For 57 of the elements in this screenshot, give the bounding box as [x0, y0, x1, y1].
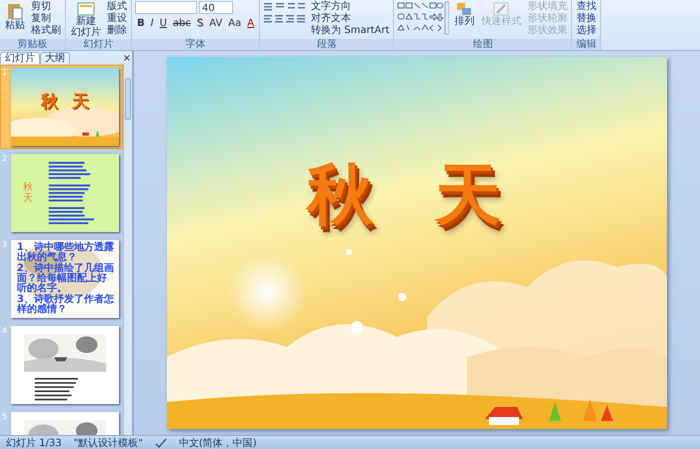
slide-number: 3 [2, 240, 8, 251]
group-label: 段落 [260, 39, 394, 50]
list-buttons-drawing [263, 1, 308, 12]
format-button[interactable]: AV [207, 17, 224, 30]
stacked-squares-icon [456, 2, 472, 16]
language: 中文(简体，中国) [178, 436, 257, 449]
slide-number: 5 [2, 412, 8, 423]
question-text: 1、诗中哪些地方透露出秋的气息？ [16, 243, 115, 263]
editing-tool[interactable]: 替换 [575, 13, 598, 24]
theme-name: "默认设计模板" [74, 436, 143, 449]
format-button[interactable]: B [135, 17, 147, 30]
paragraph-tool[interactable]: 文字方向 [310, 1, 390, 12]
spell-check-icon[interactable] [154, 438, 167, 448]
editing-tool[interactable]: 查找 [575, 1, 598, 12]
clipboard-tool[interactable]: 剪切 [30, 1, 62, 12]
clipboard-icon [7, 2, 23, 20]
group-label: 编辑 [572, 39, 600, 50]
editing-tool[interactable]: 选择 [575, 25, 598, 36]
slide-number: 2 [2, 154, 8, 165]
format-button[interactable]: S [194, 17, 206, 30]
paste-button[interactable]: 粘贴 [3, 1, 27, 32]
group-label: 幻灯片 [66, 39, 131, 50]
paragraph-tool[interactable]: 对齐文本 [310, 13, 390, 24]
format-button[interactable]: U [158, 17, 169, 30]
slide-counter: 幻灯片 1/33 [6, 436, 62, 449]
new-slide-button[interactable]: 新建 幻灯片 [69, 1, 103, 39]
pane-tab[interactable]: 大纲 [40, 52, 70, 64]
close-button[interactable]: × [122, 52, 132, 64]
arrange-button[interactable]: 排列 [452, 1, 476, 28]
font-name-field[interactable] [135, 1, 197, 14]
slide-number: 1 [2, 68, 8, 79]
brush-icon [493, 2, 510, 16]
font-size-field[interactable]: 40 [199, 1, 233, 14]
paragraph-tool[interactable]: 转换为 SmartArt [310, 25, 390, 36]
slide-number: 4 [2, 326, 8, 337]
group-label: 剪贴板 [0, 39, 65, 50]
pane-tab[interactable]: 幻灯片 [0, 52, 40, 64]
slide-tool[interactable]: 重设 [106, 13, 128, 24]
slide-icon [77, 2, 95, 16]
slide-title: 秋天 [307, 162, 563, 228]
format-button[interactable]: A [245, 17, 256, 30]
clipboard-tool[interactable]: 格式刷 [30, 25, 62, 36]
scrollbar[interactable] [123, 64, 132, 435]
question-text: 2、诗中描绘了几组画面？给每幅图配上好听的名字。 [16, 264, 115, 294]
thumbnail-title: 秋天 [40, 91, 103, 113]
clipboard-tool[interactable]: 复制 [30, 13, 62, 24]
slide-tool[interactable]: 版式 [106, 1, 128, 12]
format-button[interactable]: abc [170, 17, 193, 30]
shapes-gallery-drawing[interactable] [397, 1, 450, 35]
thumbnail-title: 秋天 [22, 182, 33, 204]
align-buttons-drawing [263, 13, 308, 24]
group-label: 绘图 [394, 39, 572, 50]
slide-tool[interactable]: 删除 [106, 25, 128, 36]
format-button[interactable]: Aa [226, 17, 244, 30]
question-text: 3、诗歌抒发了作者怎样的感情？ [16, 295, 115, 315]
format-button[interactable]: I [148, 17, 156, 30]
group-label: 字体 [132, 39, 260, 50]
